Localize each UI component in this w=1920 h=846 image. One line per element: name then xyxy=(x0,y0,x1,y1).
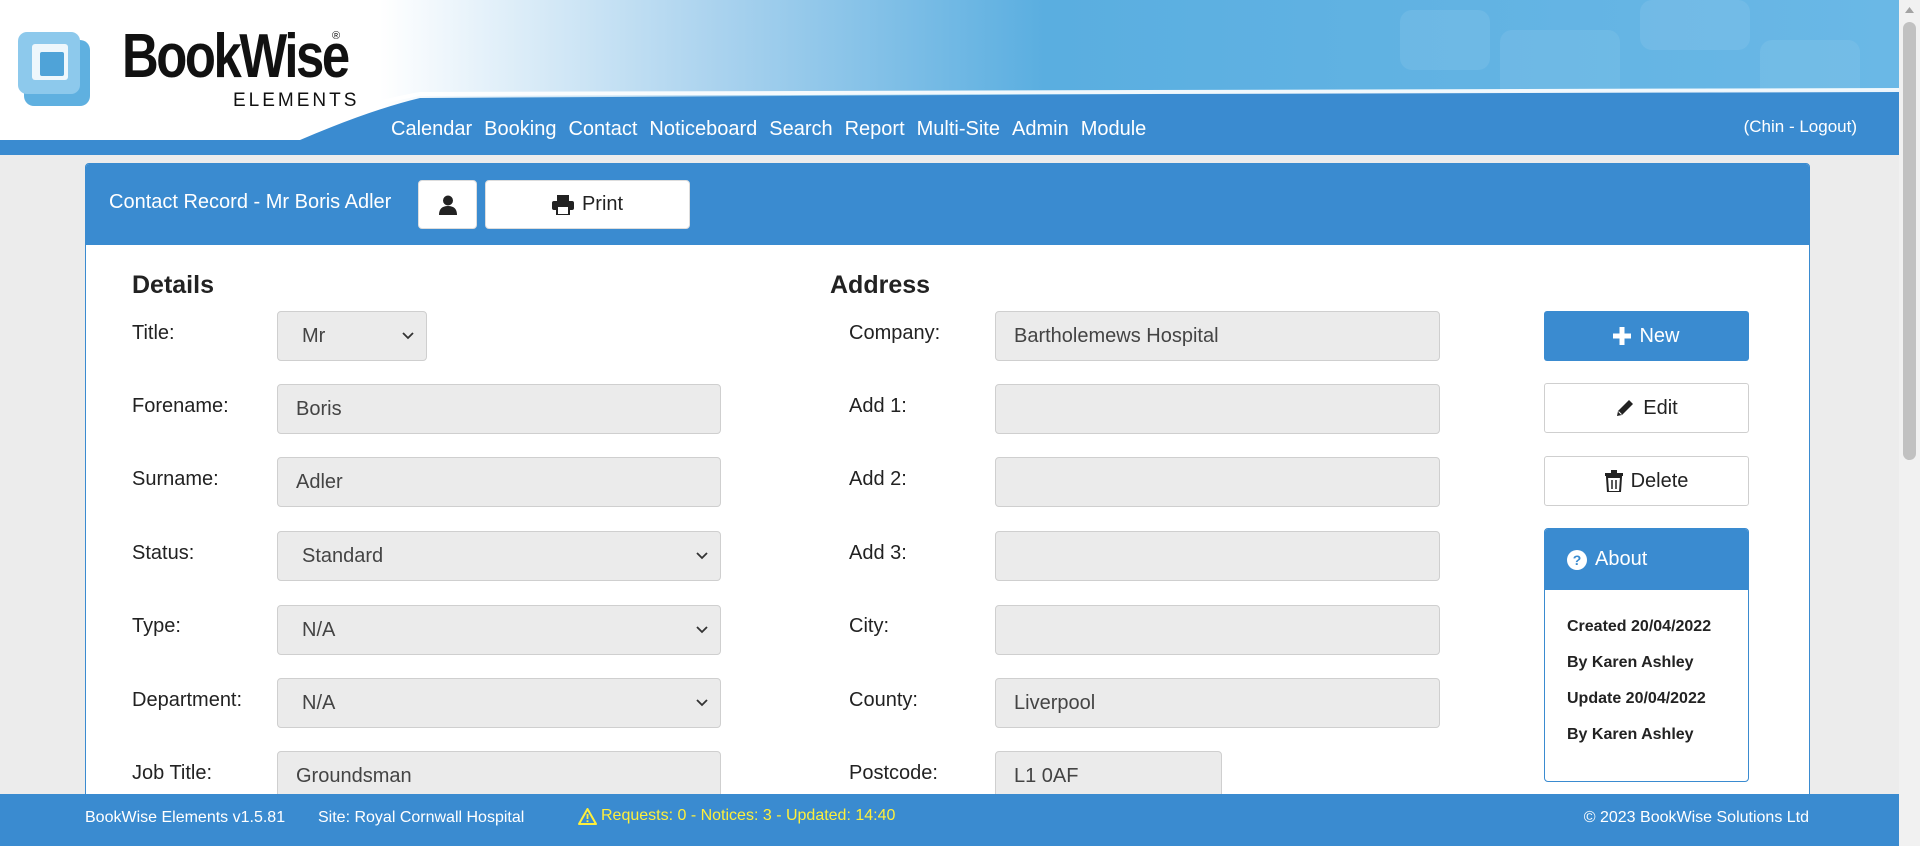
chevron-down-icon xyxy=(696,552,708,560)
delete-label: Delete xyxy=(1630,469,1689,492)
city-label: City: xyxy=(849,615,889,637)
company-field[interactable]: Bartholemews Hospital xyxy=(995,311,1440,361)
about-title: About xyxy=(1595,548,1648,570)
warning-icon xyxy=(578,807,597,825)
about-updated: Update 20/04/2022 xyxy=(1567,690,1706,707)
logo-registered-mark: ® xyxy=(332,30,341,42)
add3-field[interactable] xyxy=(995,531,1440,581)
about-box: ? About Created 20/04/2022 By Karen Ashl… xyxy=(1544,528,1749,782)
trash-icon xyxy=(1604,470,1623,492)
company-label: Company: xyxy=(849,322,941,344)
nav-search[interactable]: Search xyxy=(763,118,838,141)
edit-label: Edit xyxy=(1643,396,1678,419)
about-header: ? About xyxy=(1545,529,1748,590)
add1-field[interactable] xyxy=(995,384,1440,434)
nav-calendar[interactable]: Calendar xyxy=(391,118,478,141)
surname-value: Adler xyxy=(296,471,343,493)
printer-icon xyxy=(551,194,574,215)
title-value: Mr xyxy=(302,325,326,347)
job-title-value: Groundsman xyxy=(296,765,412,787)
print-button[interactable]: Print xyxy=(485,180,690,229)
type-select[interactable]: N/A xyxy=(277,605,721,655)
status-value: Standard xyxy=(302,545,384,567)
postcode-label: Postcode: xyxy=(849,762,938,784)
new-button[interactable]: New xyxy=(1544,311,1749,361)
add2-field[interactable] xyxy=(995,457,1440,507)
chevron-down-icon xyxy=(402,332,414,340)
scroll-up-arrow-icon[interactable] xyxy=(1899,2,1920,18)
logout-link[interactable]: (Chin - Logout) xyxy=(1744,117,1857,137)
panel-header: Contact Record - Mr Boris Adler Print xyxy=(86,164,1809,245)
edit-button[interactable]: Edit xyxy=(1544,383,1749,433)
page-scrollbar[interactable] xyxy=(1899,0,1920,846)
footer-site: Site: Royal Cornwall Hospital xyxy=(318,809,525,826)
county-label: County: xyxy=(849,689,918,711)
nav-admin[interactable]: Admin xyxy=(1006,118,1075,141)
app-header: BookWise ® ELEMENTS Calendar Booking Con… xyxy=(0,0,1899,155)
question-circle-icon: ? xyxy=(1567,549,1587,570)
county-field[interactable]: Liverpool xyxy=(995,678,1440,728)
postcode-value: L1 0AF xyxy=(1014,765,1079,787)
title-select[interactable]: Mr xyxy=(277,311,427,361)
surname-field[interactable]: Adler xyxy=(277,457,721,507)
svg-text:?: ? xyxy=(1573,552,1582,568)
footer-version: BookWise Elements v1.5.81 xyxy=(85,809,286,826)
surname-label: Surname: xyxy=(132,468,219,490)
chevron-down-icon xyxy=(696,626,708,634)
about-updated-by: By Karen Ashley xyxy=(1567,726,1694,743)
nav-booking[interactable]: Booking xyxy=(478,118,562,141)
panel-title: Contact Record - Mr Boris Adler xyxy=(109,191,392,213)
main-nav: Calendar Booking Contact Noticeboard Sea… xyxy=(391,118,1152,141)
delete-button[interactable]: Delete xyxy=(1544,456,1749,506)
contact-profile-button[interactable] xyxy=(418,180,477,229)
status-select[interactable]: Standard xyxy=(277,531,721,581)
type-value: N/A xyxy=(302,619,336,641)
about-created: Created 20/04/2022 xyxy=(1567,618,1712,635)
forename-field[interactable]: Boris xyxy=(277,384,721,434)
person-icon xyxy=(438,195,457,215)
new-label: New xyxy=(1639,324,1680,347)
status-label: Status: xyxy=(132,542,195,564)
city-field[interactable] xyxy=(995,605,1440,655)
logo-icon xyxy=(18,32,90,106)
logo-wordmark: BookWise xyxy=(122,22,350,91)
nav-report[interactable]: Report xyxy=(839,118,911,141)
details-heading: Details xyxy=(132,271,214,299)
about-body: Created 20/04/2022 By Karen Ashley Updat… xyxy=(1545,590,1748,762)
footer-copyright: © 2023 BookWise Solutions Ltd xyxy=(1583,809,1809,826)
logo-subtitle: ELEMENTS xyxy=(233,90,360,111)
print-label: Print xyxy=(581,193,624,215)
title-label: Title: xyxy=(132,322,175,344)
add2-label: Add 2: xyxy=(849,468,907,490)
department-select[interactable]: N/A xyxy=(277,678,721,728)
type-label: Type: xyxy=(132,615,181,637)
pencil-icon xyxy=(1617,400,1634,416)
address-heading: Address xyxy=(830,271,931,299)
nav-module[interactable]: Module xyxy=(1075,118,1153,141)
department-label: Department: xyxy=(132,689,243,711)
county-value: Liverpool xyxy=(1014,692,1096,714)
nav-noticeboard[interactable]: Noticeboard xyxy=(643,118,763,141)
company-value: Bartholemews Hospital xyxy=(1014,325,1219,347)
nav-contact[interactable]: Contact xyxy=(562,118,643,141)
footer-status[interactable]: Requests: 0 - Notices: 3 - Updated: 14:4… xyxy=(578,807,895,825)
bookwise-logo[interactable]: BookWise ® ELEMENTS xyxy=(16,22,356,117)
contact-record-panel: Contact Record - Mr Boris Adler Print De… xyxy=(85,163,1810,846)
nav-multi-site[interactable]: Multi-Site xyxy=(911,118,1006,141)
add1-label: Add 1: xyxy=(849,395,907,417)
job-title-label: Job Title: xyxy=(132,762,213,784)
department-value: N/A xyxy=(302,692,336,714)
about-created-by: By Karen Ashley xyxy=(1567,654,1694,671)
add3-label: Add 3: xyxy=(849,542,907,564)
plus-icon xyxy=(1613,327,1632,345)
app-footer: BookWise Elements v1.5.81 Site: Royal Co… xyxy=(0,794,1899,846)
forename-value: Boris xyxy=(296,398,342,420)
footer-status-text: Requests: 0 - Notices: 3 - Updated: 14:4… xyxy=(601,807,896,824)
scrollbar-thumb[interactable] xyxy=(1903,22,1916,460)
chevron-down-icon xyxy=(696,699,708,707)
forename-label: Forename: xyxy=(132,395,229,417)
